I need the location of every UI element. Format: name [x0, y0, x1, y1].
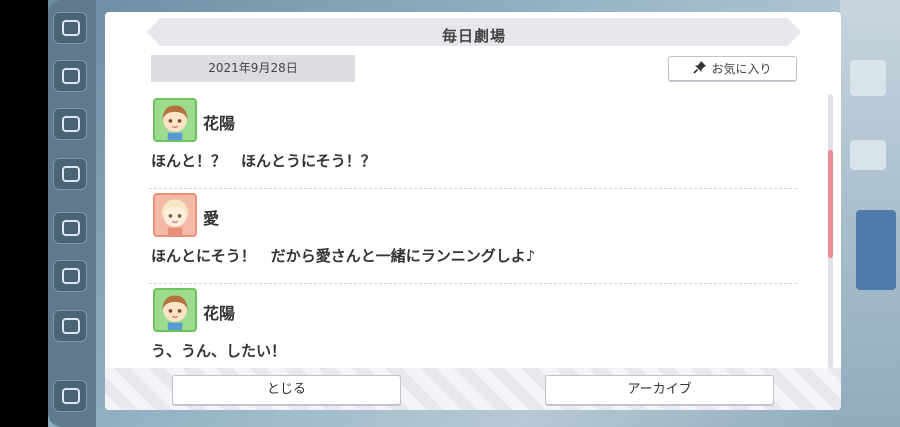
side-button-4[interactable]: [53, 260, 87, 292]
hanayo-avatar: [153, 98, 197, 142]
modal-title: 毎日劇場: [441, 27, 506, 45]
gift-icon[interactable]: [53, 158, 87, 190]
side-button-2[interactable]: [53, 108, 87, 140]
date-label: 2021年9月28日: [151, 55, 355, 82]
archive-button[interactable]: アーカイブ: [545, 375, 774, 405]
dialogue-list[interactable]: 花陽 ほんと！？ ほんとうにそう！？ 愛 ほんとにそう！ だから愛さんと一緒にラ…: [149, 94, 797, 368]
speaker-name: 花陽: [203, 304, 236, 323]
scrollbar[interactable]: [828, 94, 833, 368]
side-button-6[interactable]: [53, 380, 87, 412]
daily-theater-modal: 毎日劇場 2021年9月28日 お気に入り 花陽 ほんと！？ ほんとうにそう！？…: [105, 12, 841, 410]
dialogue-text: ほんと！？ ほんとうにそう！？: [151, 152, 376, 170]
side-button-3[interactable]: [53, 212, 87, 244]
menu-icon[interactable]: [53, 12, 87, 44]
title-bar: 毎日劇場: [147, 18, 801, 46]
side-button-5[interactable]: [53, 310, 87, 342]
favorite-label: お気に入り: [711, 62, 772, 76]
dialogue-entry: 花陽 ほんと！？ ほんとうにそう！？: [149, 94, 797, 189]
pin-icon: [693, 60, 707, 77]
ai-avatar: [153, 193, 197, 237]
dialogue-text: ほんとにそう！ だから愛さんと一緒にランニングしよ♪: [151, 247, 536, 265]
close-button[interactable]: とじる: [172, 375, 401, 405]
scrollbar-thumb[interactable]: [828, 150, 833, 258]
favorite-button[interactable]: お気に入り: [668, 56, 797, 81]
side-button-1[interactable]: [53, 60, 87, 92]
speaker-name: 花陽: [203, 114, 236, 133]
dialogue-text: う、うん、したい！: [151, 342, 287, 360]
dialogue-entry: 愛 ほんとにそう！ だから愛さんと一緒にランニングしよ♪: [149, 189, 797, 284]
right-side-panel: [840, 0, 900, 427]
speaker-name: 愛: [203, 209, 220, 228]
hanayo-avatar: [153, 288, 197, 332]
dialogue-entry: 花陽 う、うん、したい！: [149, 284, 797, 368]
